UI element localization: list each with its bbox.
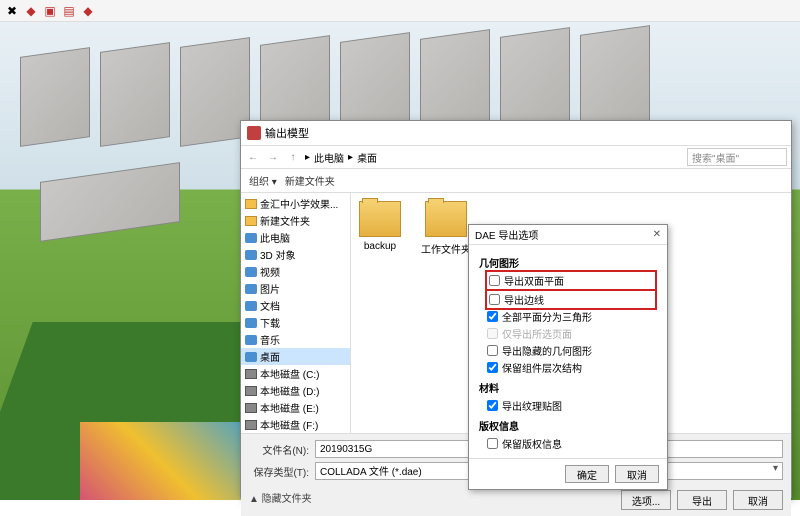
nav-back-icon[interactable]: ← bbox=[245, 149, 261, 165]
sys-icon bbox=[245, 335, 257, 345]
tree-item-5[interactable]: 图片 bbox=[241, 280, 350, 297]
dialog-title: 输出模型 bbox=[265, 125, 309, 141]
options-titlebar: DAE 导出选项 ✕ bbox=[469, 225, 667, 245]
check-edges[interactable]: 导出边线 bbox=[485, 289, 657, 310]
folder-icon bbox=[359, 201, 401, 237]
folder-icon bbox=[245, 199, 257, 209]
sys-icon bbox=[245, 284, 257, 294]
tree-item-6[interactable]: 文档 bbox=[241, 297, 350, 314]
tree-label: 视频 bbox=[260, 264, 280, 279]
tree-item-1[interactable]: 新建文件夹 bbox=[241, 212, 350, 229]
check-hierarchy[interactable]: 保留组件层次结构 bbox=[479, 359, 657, 376]
tree-item-3[interactable]: 3D 对象 bbox=[241, 246, 350, 263]
check-credits[interactable]: 保留版权信息 bbox=[479, 435, 657, 452]
organize-menu[interactable]: 组织 ▾ bbox=[249, 173, 277, 188]
sys-icon bbox=[245, 352, 257, 362]
check-triangulate[interactable]: 全部平面分为三角形 bbox=[479, 308, 657, 325]
nav-up-icon[interactable]: ↑ bbox=[285, 149, 301, 165]
tree-item-9[interactable]: 桌面 bbox=[241, 348, 350, 365]
check-two-sided[interactable]: 导出双面平面 bbox=[485, 270, 657, 291]
tool-ruby2-icon[interactable]: ▣ bbox=[42, 3, 58, 19]
tree-label: 本地磁盘 (E:) bbox=[260, 400, 319, 415]
file-label: backup bbox=[359, 241, 401, 252]
filename-label: 文件名(N): bbox=[249, 442, 309, 457]
file-label: 工作文件夹 bbox=[421, 241, 471, 256]
folder-icon bbox=[425, 201, 467, 237]
tree-label: 音乐 bbox=[260, 332, 280, 347]
breadcrumb-sep: ▸ bbox=[305, 152, 310, 163]
options-dialog: DAE 导出选项 ✕ 几何图形 导出双面平面 导出边线 全部平面分为三角形 仅导… bbox=[468, 224, 668, 490]
folder-icon bbox=[245, 216, 257, 226]
options-button[interactable]: 选项... bbox=[621, 490, 671, 510]
breadcrumb-sep: ▸ bbox=[348, 152, 353, 163]
sys-icon bbox=[245, 250, 257, 260]
file-item-1[interactable]: 工作文件夹 bbox=[421, 201, 471, 256]
tool-settings-icon[interactable]: ✖ bbox=[4, 3, 20, 19]
nav-fwd-icon[interactable]: → bbox=[265, 149, 281, 165]
tree-label: 本地磁盘 (C:) bbox=[260, 366, 319, 381]
cancel-button[interactable]: 取消 bbox=[733, 490, 783, 510]
drive-icon bbox=[245, 420, 257, 430]
drive-icon bbox=[245, 386, 257, 396]
tree-label: 桌面 bbox=[260, 349, 280, 364]
dialog-toolbar: 组织 ▾ 新建文件夹 bbox=[241, 169, 791, 193]
sys-icon bbox=[245, 267, 257, 277]
tree-label: 下载 bbox=[260, 315, 280, 330]
sys-icon bbox=[245, 318, 257, 328]
close-icon[interactable]: ✕ bbox=[653, 229, 661, 240]
options-title: DAE 导出选项 bbox=[475, 227, 538, 242]
sys-icon bbox=[245, 301, 257, 311]
drive-icon bbox=[245, 369, 257, 379]
tree-label: 文档 bbox=[260, 298, 280, 313]
tree-item-13[interactable]: 本地磁盘 (F:) bbox=[241, 416, 350, 433]
hide-folders-toggle[interactable]: ▲ 隐藏文件夹 bbox=[249, 490, 312, 505]
search-input[interactable]: 搜索"桌面" bbox=[687, 148, 787, 166]
tree-label: 本地磁盘 (F:) bbox=[260, 417, 318, 432]
tree-item-4[interactable]: 视频 bbox=[241, 263, 350, 280]
check-hidden[interactable]: 导出隐藏的几何图形 bbox=[479, 342, 657, 359]
options-ok-button[interactable]: 确定 bbox=[565, 465, 609, 483]
export-button[interactable]: 导出 bbox=[677, 490, 727, 510]
tree-item-11[interactable]: 本地磁盘 (D:) bbox=[241, 382, 350, 399]
tree-label: 3D 对象 bbox=[260, 247, 296, 262]
dialog-titlebar: 输出模型 bbox=[241, 121, 791, 145]
tree-item-2[interactable]: 此电脑 bbox=[241, 229, 350, 246]
group-copyright: 版权信息 bbox=[479, 418, 657, 433]
check-textures[interactable]: 导出纹理贴图 bbox=[479, 397, 657, 414]
sys-icon bbox=[245, 233, 257, 243]
tree-label: 本地磁盘 (D:) bbox=[260, 383, 319, 398]
tree-item-8[interactable]: 音乐 bbox=[241, 331, 350, 348]
tool-ruby1-icon[interactable]: ◆ bbox=[23, 3, 39, 19]
breadcrumb-0[interactable]: 此电脑 bbox=[314, 150, 344, 165]
tree-item-12[interactable]: 本地磁盘 (E:) bbox=[241, 399, 350, 416]
new-folder-button[interactable]: 新建文件夹 bbox=[285, 173, 335, 188]
app-icon bbox=[247, 126, 261, 140]
dialog-nav: ← → ↑ ▸ 此电脑 ▸ 桌面 搜索"桌面" bbox=[241, 145, 791, 169]
tree-label: 图片 bbox=[260, 281, 280, 296]
main-toolbar: ✖ ◆ ▣ ▤ ◆ bbox=[0, 0, 800, 22]
drive-icon bbox=[245, 403, 257, 413]
tree-label: 此电脑 bbox=[260, 230, 290, 245]
tool-ruby4-icon[interactable]: ◆ bbox=[80, 3, 96, 19]
group-material: 材料 bbox=[479, 380, 657, 395]
check-selection: 仅导出所选页面 bbox=[479, 325, 657, 342]
file-item-0[interactable]: backup bbox=[359, 201, 401, 252]
options-cancel-button[interactable]: 取消 bbox=[615, 465, 659, 483]
tree-label: 新建文件夹 bbox=[260, 213, 310, 228]
group-geometry: 几何图形 bbox=[479, 255, 657, 270]
tree-item-7[interactable]: 下载 bbox=[241, 314, 350, 331]
breadcrumb-1[interactable]: 桌面 bbox=[357, 150, 377, 165]
folder-tree[interactable]: 金汇中小学效果... 新建文件夹此电脑 3D 对象视频图片文档下载音乐桌面本地磁盘 … bbox=[241, 193, 351, 433]
type-label: 保存类型(T): bbox=[249, 464, 309, 479]
tree-item-10[interactable]: 本地磁盘 (C:) bbox=[241, 365, 350, 382]
tree-item-0[interactable]: 金汇中小学效果... bbox=[241, 195, 350, 212]
tool-ruby3-icon[interactable]: ▤ bbox=[61, 3, 77, 19]
tree-label: 金汇中小学效果... bbox=[260, 196, 338, 211]
